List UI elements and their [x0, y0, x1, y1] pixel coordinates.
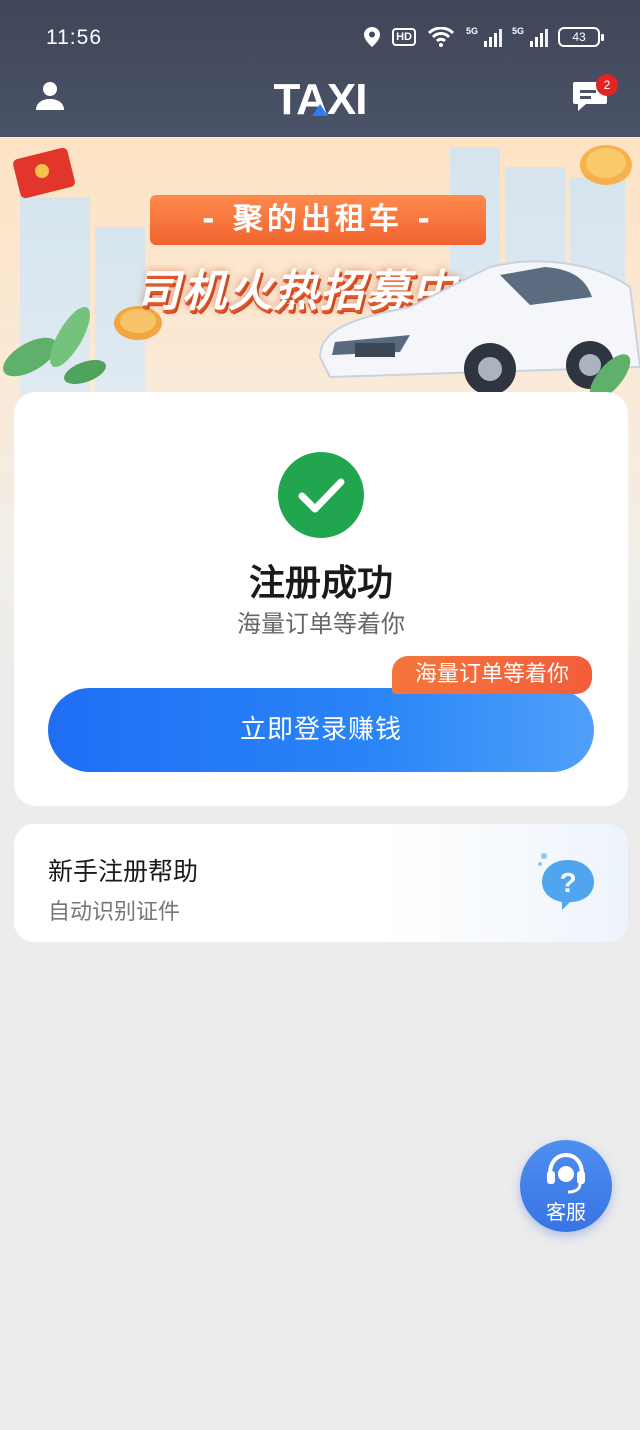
- registration-help-card[interactable]: 新手注册帮助 自动识别证件 ?: [14, 824, 628, 942]
- message-badge: 2: [596, 74, 618, 96]
- help-title: 新手注册帮助: [48, 857, 199, 886]
- battery-icon: 43: [558, 27, 604, 47]
- top-bar: 11:56 HD 5G 5G 43 TAXI 2: [0, 0, 640, 137]
- status-bar: 11:56 HD 5G 5G 43: [0, 20, 640, 56]
- signal-icon-1: 5G: [466, 26, 502, 48]
- promo-tag: 海量订单等着你: [392, 656, 592, 694]
- login-earn-button[interactable]: 立即登录赚钱: [48, 688, 594, 772]
- coin-icon: [580, 145, 632, 185]
- status-time: 11:56: [46, 26, 102, 49]
- headset-icon: [547, 1152, 585, 1194]
- taxi-logo: TAXI: [274, 76, 368, 120]
- question-icon: ?: [538, 853, 594, 910]
- user-icon[interactable]: [34, 80, 66, 112]
- success-check-icon: [278, 452, 364, 538]
- location-icon: [364, 27, 381, 47]
- red-envelope-icon: [13, 147, 75, 199]
- success-subtitle: 海量订单等着你: [237, 610, 405, 638]
- wifi-icon: [428, 27, 454, 47]
- success-card: 注册成功 海量订单等着你 立即登录赚钱 海量订单等着你: [14, 392, 628, 806]
- signal-icon-2: 5G: [512, 26, 548, 48]
- status-icons: HD 5G 5G 43: [364, 26, 604, 48]
- success-title: 注册成功: [248, 563, 393, 604]
- svg-text:?: ?: [559, 867, 576, 898]
- help-subtitle: 自动识别证件: [48, 900, 181, 925]
- customer-service-label: 客服: [546, 1200, 586, 1224]
- banner-ribbon: - 聚的出租车 -: [150, 195, 486, 245]
- hd-icon: HD: [392, 28, 416, 46]
- customer-service-button[interactable]: 客服: [520, 1140, 612, 1232]
- plant-icon: [3, 306, 106, 385]
